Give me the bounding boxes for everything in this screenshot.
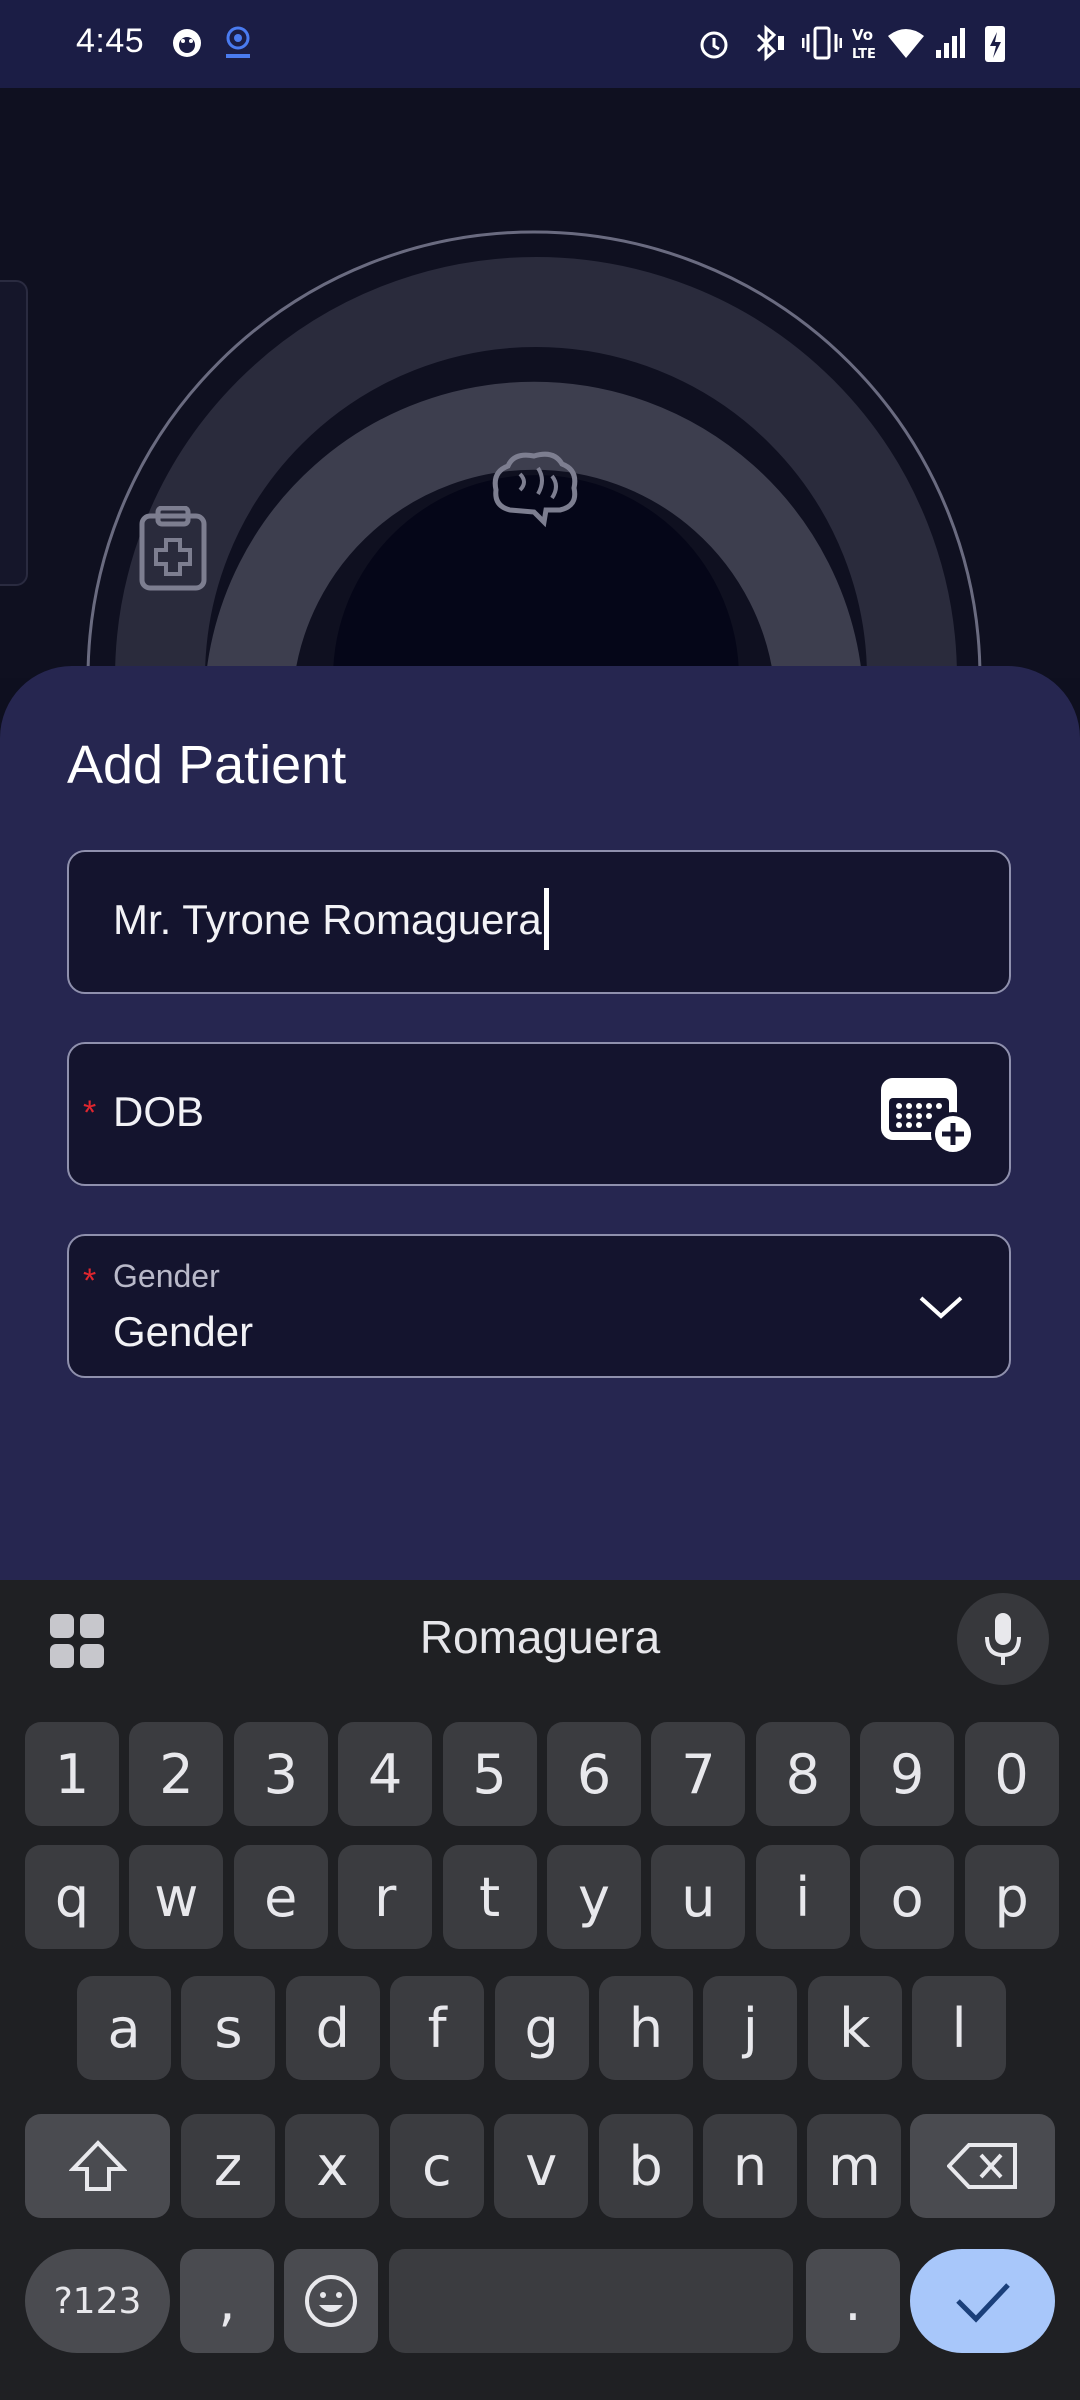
key-9[interactable]: 9 [860, 1722, 955, 1826]
key-c[interactable]: c [389, 2114, 484, 2218]
suggestion-bar: Romaguera [0, 1580, 1080, 1700]
status-time: 4:45 [76, 22, 145, 60]
gender-label: Gender [113, 1258, 220, 1294]
dob-required-mark: * [83, 1094, 97, 1132]
period-key[interactable]: . [806, 2249, 900, 2353]
checkmark-icon [955, 2283, 1010, 2323]
mic-icon [985, 1613, 1021, 1665]
key-l[interactable]: l [912, 1976, 1007, 2080]
patient-name-value: Mr. Tyrone Romaguera [113, 896, 542, 944]
done-key[interactable] [910, 2249, 1055, 2353]
wifi-icon [888, 29, 924, 58]
space-key[interactable] [389, 2249, 793, 2353]
key-i[interactable]: i [755, 1845, 850, 1949]
symbols-key[interactable]: ?123 [25, 2249, 170, 2353]
dashboard-background [0, 88, 1080, 678]
key-n[interactable]: n [703, 2114, 797, 2218]
key-8[interactable]: 8 [755, 1722, 850, 1826]
key-6[interactable]: 6 [547, 1722, 641, 1826]
key-k[interactable]: k [807, 1976, 902, 2080]
status-bar: 4:45 Vo LTE [0, 0, 1080, 88]
key-d[interactable]: d [285, 1976, 380, 2080]
key-7[interactable]: 7 [651, 1722, 746, 1826]
key-q[interactable]: q [25, 1845, 119, 1949]
shift-key[interactable] [25, 2114, 170, 2218]
key-t[interactable]: t [442, 1845, 537, 1949]
text-cursor [543, 888, 549, 950]
key-g[interactable]: g [494, 1976, 589, 2080]
gender-select[interactable]: * Gender Gender [67, 1234, 1011, 1378]
camera-notification-icon [226, 26, 250, 58]
word-suggestion[interactable]: Romaguera [0, 1610, 1080, 1664]
bluetooth-icon [756, 24, 784, 62]
volte-icon: Vo LTE [852, 26, 876, 62]
soft-keyboard: Romaguera 1234567890 qwertyuiop asdfghjkl z… [0, 1580, 1080, 2400]
key-5[interactable]: 5 [442, 1722, 537, 1826]
key-3[interactable]: 3 [233, 1722, 328, 1826]
key-z[interactable]: z [181, 2114, 275, 2218]
clipboard-medical-icon[interactable] [138, 506, 208, 592]
key-a[interactable]: a [77, 1976, 171, 2080]
key-b[interactable]: b [598, 2114, 693, 2218]
comma-key[interactable]: , [180, 2249, 274, 2353]
key-4[interactable]: 4 [338, 1722, 433, 1826]
key-r[interactable]: r [338, 1845, 433, 1949]
dob-placeholder: DOB [113, 1088, 205, 1135]
key-y[interactable]: y [547, 1845, 641, 1949]
mic-button[interactable] [957, 1593, 1049, 1685]
brain-icon[interactable] [490, 450, 580, 528]
key-1[interactable]: 1 [25, 1722, 119, 1826]
emoji-key[interactable] [284, 2249, 378, 2353]
key-p[interactable]: p [964, 1845, 1059, 1949]
emoji-icon [305, 2275, 357, 2327]
patient-name-input[interactable]: Mr. Tyrone Romaguera [67, 850, 1011, 994]
backspace-key[interactable] [910, 2114, 1055, 2218]
key-s[interactable]: s [181, 1976, 276, 2080]
battery-charging-icon [985, 26, 1005, 62]
calendar-add-icon[interactable] [877, 1074, 977, 1158]
backspace-icon [946, 2143, 1017, 2189]
gender-value: Gender [113, 1308, 254, 1355]
svg-text:Vo: Vo [852, 26, 873, 44]
key-j[interactable]: j [703, 1976, 798, 2080]
app-notification-icon [173, 29, 201, 57]
dob-input[interactable]: * DOB [67, 1042, 1011, 1186]
sheet-title: Add Patient [67, 735, 347, 795]
key-h[interactable]: h [599, 1976, 693, 2080]
key-f[interactable]: f [390, 1976, 485, 2080]
key-0[interactable]: 0 [964, 1722, 1059, 1826]
vibrate-icon [802, 26, 842, 60]
key-v[interactable]: v [494, 2114, 589, 2218]
alarm-icon [700, 31, 728, 59]
shift-icon [68, 2140, 127, 2191]
key-x[interactable]: x [285, 2114, 380, 2218]
key-m[interactable]: m [807, 2114, 902, 2218]
key-u[interactable]: u [651, 1845, 746, 1949]
key-e[interactable]: e [233, 1845, 328, 1949]
chevron-down-icon [919, 1296, 963, 1319]
signal-icon [936, 28, 965, 58]
key-w[interactable]: w [129, 1845, 224, 1949]
gender-required-mark: * [83, 1262, 97, 1300]
key-2[interactable]: 2 [129, 1722, 224, 1826]
key-o[interactable]: o [860, 1845, 955, 1949]
svg-text:LTE: LTE [852, 47, 876, 62]
